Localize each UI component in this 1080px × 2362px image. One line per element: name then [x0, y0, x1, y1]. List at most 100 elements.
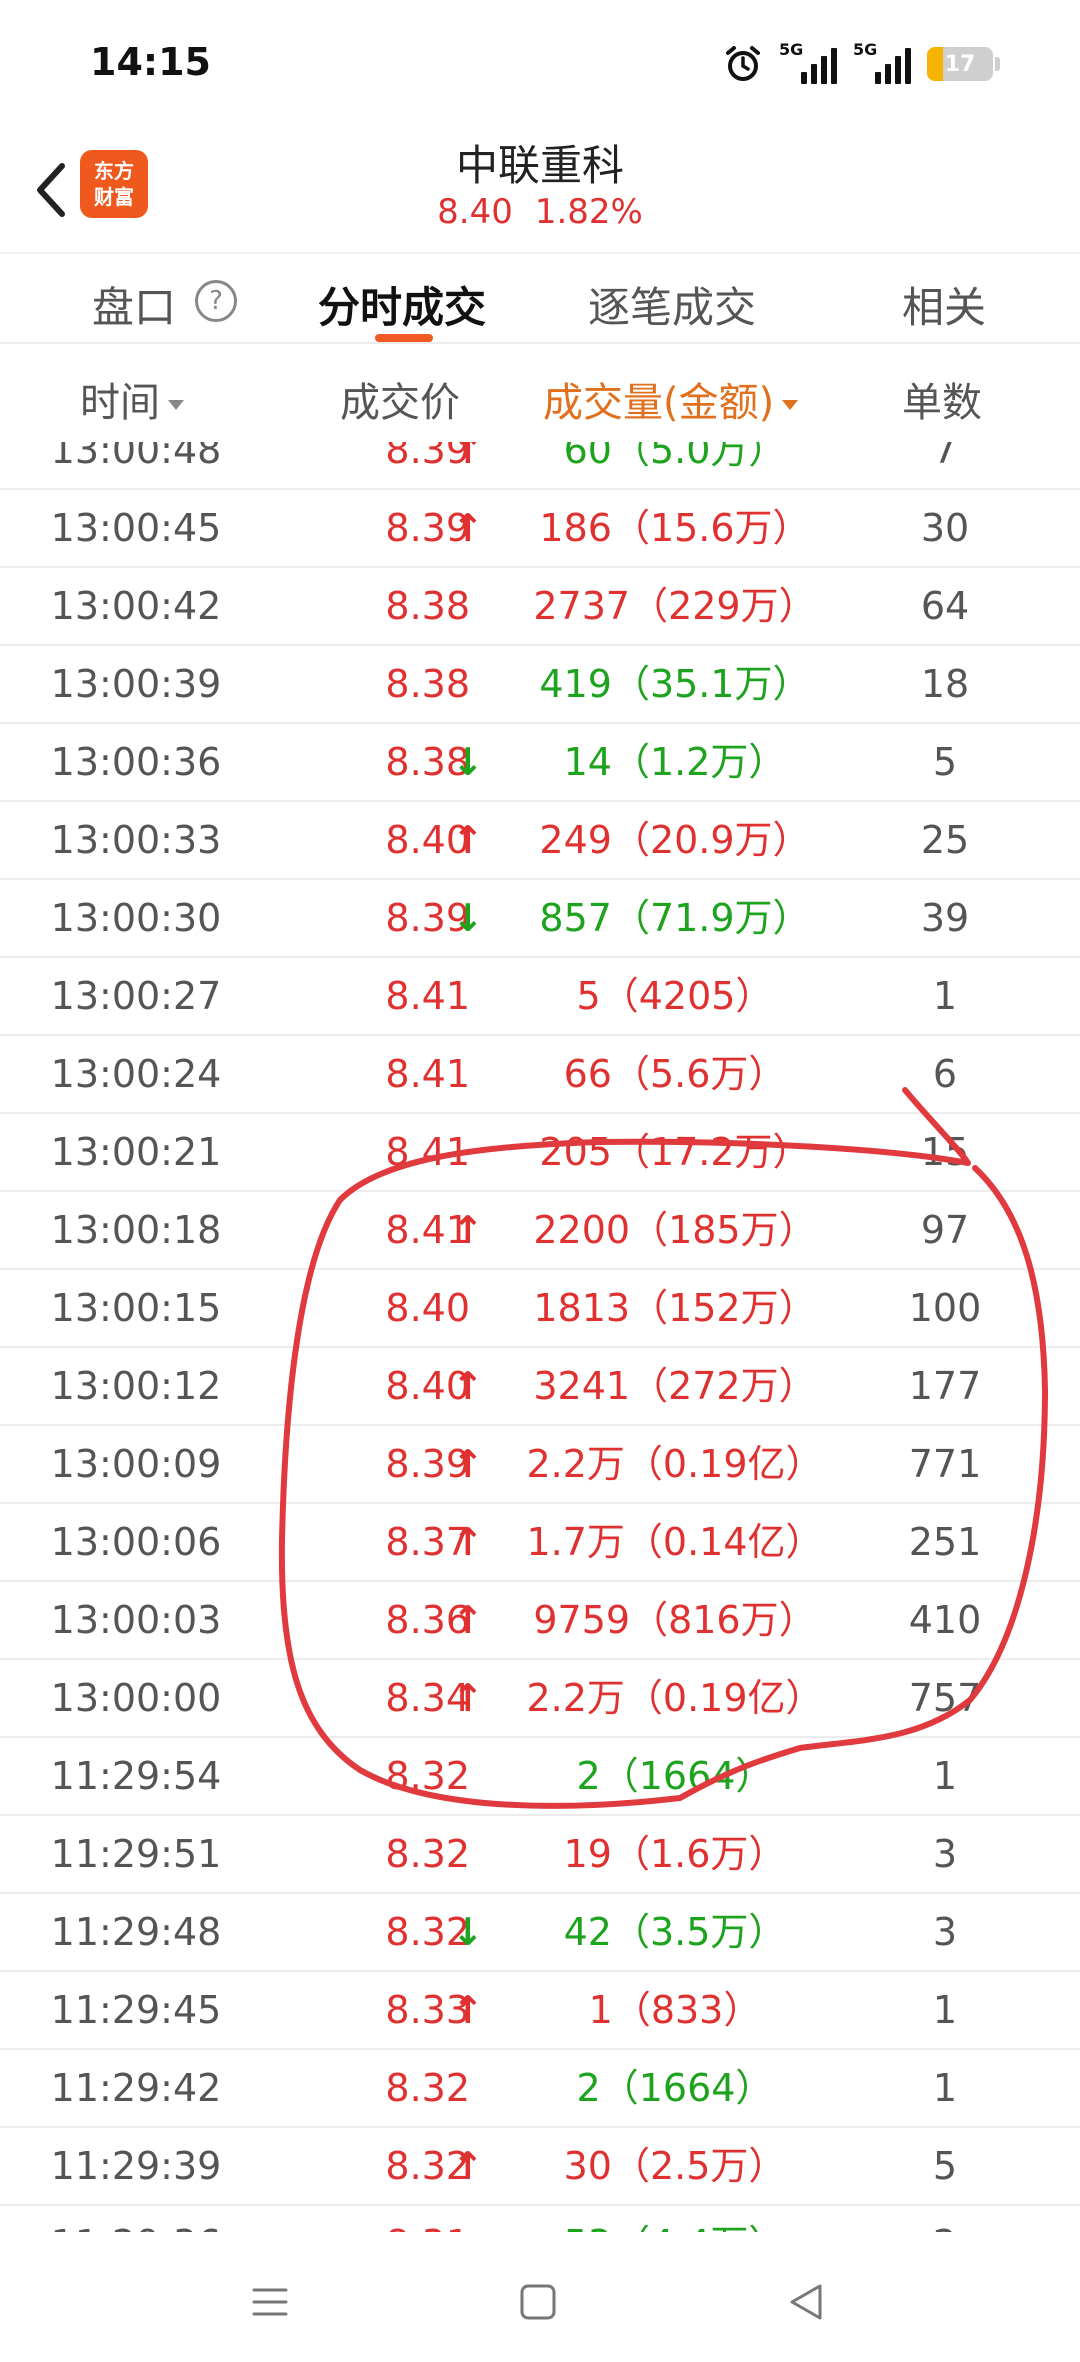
- table-row[interactable]: 13:00:15 8.40 1813（152万） 100: [0, 1270, 1080, 1348]
- trade-volume: 42（3.5万）: [563, 1910, 787, 1954]
- trade-count: 39: [920, 896, 970, 940]
- table-row[interactable]: 13:00:42 8.38 2737（229万） 64: [0, 568, 1080, 646]
- table-row[interactable]: 13:00:06 8.37 ↑ 1.7万（0.14亿） 251: [0, 1504, 1080, 1582]
- trade-volume: 19（1.6万）: [563, 1832, 787, 1876]
- trade-price: 8.32: [385, 2066, 470, 2110]
- table-row[interactable]: 13:00:36 8.38 ↓ 14（1.2万） 5: [0, 724, 1080, 802]
- trade-volume: 2.2万（0.19亿）: [526, 1442, 824, 1486]
- sort-down-icon: [168, 400, 184, 410]
- trade-price: 8.38: [385, 662, 470, 706]
- navigation-bar: [0, 2232, 1080, 2362]
- trade-price: 8.41: [385, 1208, 470, 1252]
- table-row[interactable]: 11:29:42 8.32 2（1664） 1: [0, 2050, 1080, 2128]
- trade-price: 8.39: [385, 442, 470, 472]
- trade-price: 8.31: [340, 2206, 470, 2232]
- trade-volume: 30（2.5万）: [563, 2144, 787, 2188]
- table-row[interactable]: 11:29:39 8.32 ↑ 30（2.5万） 5: [0, 2128, 1080, 2206]
- trade-time: 11:29:54: [50, 1754, 222, 1798]
- trade-time: 13:00:21: [50, 1130, 222, 1174]
- trade-count: 5: [932, 740, 958, 784]
- trade-time: 13:00:12: [50, 1364, 222, 1408]
- table-row[interactable]: 11:29:45 8.33 ↑ 1（833） 1: [0, 1972, 1080, 2050]
- arrow-up-icon: ↑: [452, 818, 484, 862]
- trade-count: 771: [908, 1442, 982, 1486]
- col-time-header[interactable]: 时间: [80, 370, 184, 428]
- tab-xiangguan[interactable]: 相关: [902, 274, 986, 335]
- arrow-up-icon: ↑: [452, 1988, 484, 2032]
- trade-volume: 186（15.6万）: [539, 506, 811, 550]
- table-row[interactable]: 13:00:33 8.40 ↑ 249（20.9万） 25: [0, 802, 1080, 880]
- arrow-up-icon: [452, 958, 488, 1034]
- signal-icon: 5G: [853, 40, 911, 84]
- home-button[interactable]: [508, 2272, 568, 2332]
- trade-volume: 249（20.9万）: [539, 818, 811, 862]
- trade-price: 8.32: [385, 2144, 470, 2188]
- trade-time: 13:00:00: [50, 1676, 222, 1720]
- tab-fenshi[interactable]: 分时成交: [318, 274, 486, 335]
- menu-icon: [252, 2288, 288, 2316]
- table-row[interactable]: 13:00:09 8.39 ↑ 2.2万（0.19亿） 771: [0, 1426, 1080, 1504]
- table-row[interactable]: 11:29:36 8.31 53（4.4万） 2: [0, 2206, 1080, 2232]
- table-row[interactable]: 11:29:54 8.32 2（1664） 1: [0, 1738, 1080, 1816]
- trade-count: 3: [932, 1832, 958, 1876]
- trade-count: 3: [932, 1910, 958, 1954]
- trade-count: 64: [920, 584, 970, 628]
- arrow-up-icon: [452, 1738, 488, 1814]
- trade-time: 11:29:39: [50, 2144, 222, 2188]
- trade-price: 8.38: [385, 584, 470, 628]
- table-row[interactable]: 11:29:51 8.32 19（1.6万） 3: [0, 1816, 1080, 1894]
- stock-change: 1.82%: [534, 192, 643, 232]
- status-time: 14:15: [90, 40, 211, 84]
- trade-price: 8.36: [385, 1598, 470, 1642]
- arrow-up-icon: [452, 1114, 488, 1190]
- trade-price: 8.39: [385, 1442, 470, 1486]
- col-volume-header[interactable]: 成交量(金额): [543, 370, 799, 428]
- menu-button[interactable]: [240, 2272, 300, 2332]
- trade-count: 15: [920, 1130, 970, 1174]
- trade-volume: 205（17.2万）: [539, 1130, 811, 1174]
- table-row[interactable]: 13:00:48 8.39 ↑ 60（5.0万） 7: [0, 442, 1080, 490]
- trade-time: 11:29:48: [50, 1910, 222, 1954]
- table-row[interactable]: 13:00:39 8.38 419（35.1万） 18: [0, 646, 1080, 724]
- arrow-up-icon: [452, 2206, 488, 2232]
- trade-volume: 3241（272万）: [533, 1364, 817, 1408]
- table-row[interactable]: 13:00:30 8.39 ↓ 857（71.9万） 39: [0, 880, 1080, 958]
- trade-volume: 2（1664）: [576, 2066, 774, 2110]
- battery-level: 17: [944, 51, 976, 77]
- trade-volume: 1.7万（0.14亿）: [526, 1520, 824, 1564]
- stock-name: 中联重科: [455, 141, 624, 190]
- arrow-up-icon: ↑: [452, 506, 484, 550]
- trade-price: 8.33: [385, 1988, 470, 2032]
- trade-volume: 60（5.0万）: [563, 442, 787, 472]
- arrow-up-icon: ↑: [452, 1442, 484, 1486]
- trade-time: 13:00:24: [50, 1052, 222, 1096]
- table-row[interactable]: 13:00:00 8.34 ↑ 2.2万（0.19亿） 757: [0, 1660, 1080, 1738]
- trade-time: 13:00:09: [50, 1442, 222, 1486]
- trade-count: 1: [932, 1754, 958, 1798]
- table-row[interactable]: 13:00:27 8.41 5（4205） 1: [0, 958, 1080, 1036]
- table-row[interactable]: 13:00:03 8.36 ↑ 9759（816万） 410: [0, 1582, 1080, 1660]
- tab-zhubi[interactable]: 逐笔成交: [588, 274, 756, 335]
- trade-time: 13:00:33: [50, 818, 222, 862]
- trade-volume: 2.2万（0.19亿）: [526, 1676, 824, 1720]
- back-nav-button[interactable]: [776, 2272, 836, 2332]
- status-bar: 14:15 5G 5G 17: [0, 0, 1080, 120]
- table-row[interactable]: 13:00:21 8.41 205（17.2万） 15: [0, 1114, 1080, 1192]
- trade-volume: 2737（229万）: [533, 584, 817, 628]
- signal-icon: 5G: [779, 40, 837, 84]
- table-row[interactable]: 13:00:12 8.40 ↑ 3241（272万） 177: [0, 1348, 1080, 1426]
- tab-active-indicator: [375, 334, 433, 342]
- arrow-up-icon: ↑: [452, 1676, 484, 1720]
- table-row[interactable]: 13:00:45 8.39 ↑ 186（15.6万） 30: [0, 490, 1080, 568]
- arrow-down-icon: ↓: [452, 1910, 484, 1954]
- trade-time: 13:00:30: [50, 896, 222, 940]
- arrow-up-icon: ↑: [452, 442, 484, 472]
- trades-list[interactable]: 13:00:48 8.39 ↑ 60（5.0万） 7 13:00:45 8.39 ↑ 186（1…: [0, 442, 1080, 2232]
- table-row[interactable]: 13:00:18 8.41 ↑ 2200（185万） 97: [0, 1192, 1080, 1270]
- trade-count: 1: [932, 2066, 958, 2110]
- tab-pankou[interactable]: 盘口: [92, 274, 176, 335]
- table-row[interactable]: 13:00:24 8.41 66（5.6万） 6: [0, 1036, 1080, 1114]
- table-row[interactable]: 11:29:48 8.32 ↓ 42（3.5万） 3: [0, 1894, 1080, 1972]
- trade-time: 13:00:39: [50, 662, 222, 706]
- help-icon[interactable]: ?: [195, 280, 237, 322]
